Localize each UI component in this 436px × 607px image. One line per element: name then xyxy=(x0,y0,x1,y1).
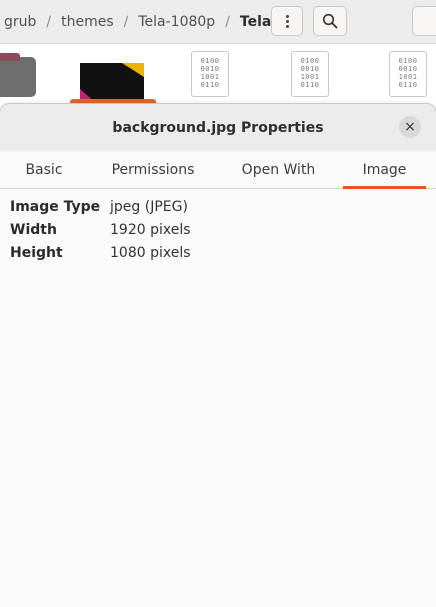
path-menu-button[interactable] xyxy=(271,6,303,36)
breadcrumb-themes[interactable]: themes xyxy=(61,14,114,30)
property-row-height: Height 1080 pixels xyxy=(10,241,191,264)
search-icon xyxy=(322,13,338,29)
breadcrumb-separator: / xyxy=(46,14,52,30)
close-button[interactable]: × xyxy=(399,116,421,138)
breadcrumb-tela[interactable]: Tela xyxy=(240,14,271,30)
breadcrumb-tela-1080p[interactable]: Tela-1080p xyxy=(138,14,215,30)
property-value: 1080 pixels xyxy=(110,244,191,261)
property-label: Width xyxy=(10,221,57,238)
binary-file-icon[interactable]: 0100 0010 1001 0110 xyxy=(291,51,329,97)
vertical-dots-icon xyxy=(285,13,289,30)
tab-basic[interactable]: Basic xyxy=(0,151,88,188)
property-value: jpeg (JPEG) xyxy=(110,198,188,215)
folder-icon[interactable] xyxy=(0,53,36,97)
property-label: Image Type xyxy=(10,198,101,215)
tab-bar: Basic Permissions Open With Image xyxy=(0,151,436,189)
tab-image[interactable]: Image xyxy=(343,151,426,189)
binary-file-icon[interactable]: 0100 0010 1001 0110 xyxy=(191,51,229,97)
view-options-button[interactable] xyxy=(412,6,436,36)
property-value: 1920 pixels xyxy=(110,221,191,238)
binary-file-icon[interactable]: 0100 0010 1001 0110 xyxy=(389,51,427,97)
breadcrumb: grub / themes / Tela-1080p / Tela xyxy=(0,0,271,44)
property-row-image-type: Image Type jpeg (JPEG) xyxy=(10,195,191,218)
properties-dialog: background.jpg Properties × Basic Permis… xyxy=(0,104,436,607)
tab-open-with[interactable]: Open With xyxy=(226,151,331,188)
image-thumbnail[interactable] xyxy=(80,63,144,103)
search-button[interactable] xyxy=(313,6,347,36)
breadcrumb-separator: / xyxy=(123,14,129,30)
dialog-titlebar[interactable]: background.jpg Properties × xyxy=(0,104,436,151)
close-icon: × xyxy=(404,119,416,135)
tab-permissions[interactable]: Permissions xyxy=(99,151,207,188)
image-properties: Image Type jpeg (JPEG) Width 1920 pixels… xyxy=(10,195,191,264)
dialog-title: background.jpg Properties xyxy=(112,119,324,136)
property-row-width: Width 1920 pixels xyxy=(10,218,191,241)
breadcrumb-grub[interactable]: grub xyxy=(4,14,36,30)
file-manager-header: grub / themes / Tela-1080p / Tela xyxy=(0,0,436,44)
breadcrumb-separator: / xyxy=(225,14,230,30)
property-label: Height xyxy=(10,244,63,261)
